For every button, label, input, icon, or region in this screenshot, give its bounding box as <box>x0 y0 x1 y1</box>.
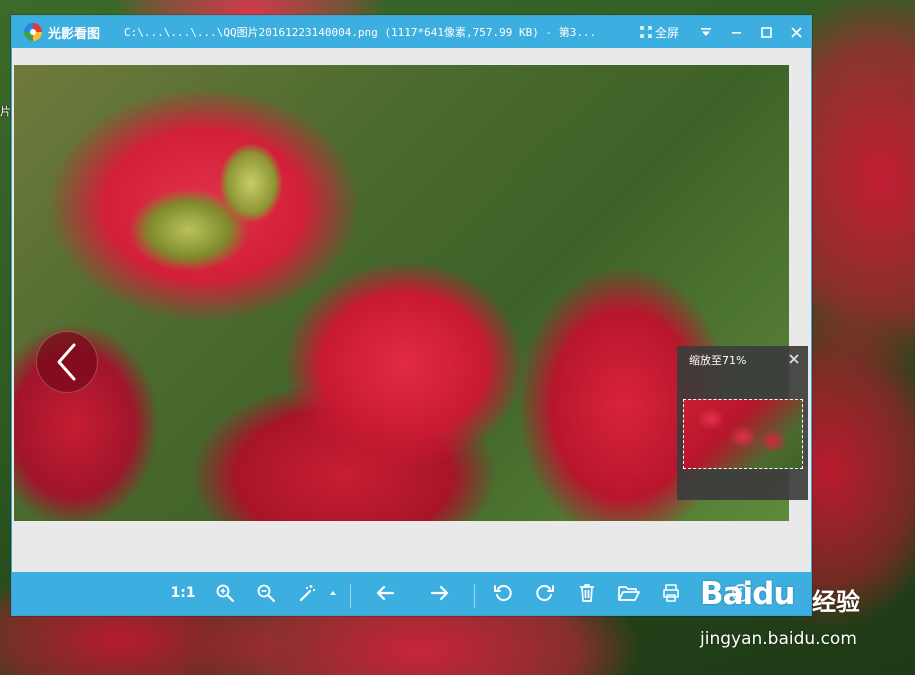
caret-up-icon <box>330 591 336 595</box>
next-button[interactable] <box>427 581 453 605</box>
chevron-left-icon <box>57 343 76 381</box>
toolbar-divider <box>350 584 351 608</box>
app-name: 光影看图 <box>48 26 101 42</box>
delete-button[interactable] <box>574 581 600 605</box>
minimize-icon <box>731 31 741 34</box>
magic-wand-icon <box>299 585 315 602</box>
maximize-button[interactable] <box>751 16 781 48</box>
previous-button[interactable] <box>372 581 398 605</box>
actual-size-button[interactable]: 1:1 <box>168 581 198 605</box>
menu-dropdown-button[interactable] <box>691 16 721 48</box>
folder-open-icon <box>618 586 640 601</box>
fullscreen-label: 全屏 <box>654 25 679 40</box>
image-canvas[interactable] <box>14 65 789 521</box>
zoom-level-label: 缩放至71% <box>689 354 747 367</box>
dropdown-menu-icon <box>701 28 711 36</box>
toolbar-divider <box>474 584 475 608</box>
fullscreen-button[interactable]: 全屏 <box>640 24 679 41</box>
rotate-left-icon <box>494 585 512 602</box>
close-button[interactable] <box>781 16 811 48</box>
trash-icon <box>580 584 594 602</box>
info-button[interactable] <box>728 581 754 605</box>
maximize-icon <box>760 26 772 38</box>
info-icon <box>732 584 750 602</box>
bottom-toolbar: 1:1 <box>12 572 811 615</box>
close-icon <box>789 354 799 364</box>
enhance-dropdown-button[interactable] <box>326 581 340 605</box>
zoom-in-button[interactable] <box>212 581 238 605</box>
navigator-close-button[interactable] <box>788 350 800 364</box>
rotate-left-button[interactable] <box>490 581 516 605</box>
close-icon <box>790 26 802 38</box>
zoom-in-icon <box>216 584 235 603</box>
arrow-right-icon <box>430 585 449 601</box>
zoom-out-icon <box>257 584 276 603</box>
previous-image-button[interactable] <box>36 331 98 393</box>
zoom-out-button[interactable] <box>253 581 279 605</box>
file-info: C:\...\...\...\QQ图片20161223140004.png (1… <box>124 26 597 39</box>
print-button[interactable] <box>658 581 684 605</box>
rotate-right-icon <box>536 585 554 602</box>
navigator-viewport-frame[interactable] <box>683 399 803 469</box>
arrow-left-icon <box>376 585 395 601</box>
window-controls: 全屏 <box>640 16 811 48</box>
title-bar[interactable]: 光影看图 C:\...\...\...\QQ图片20161223140004.p… <box>12 16 811 48</box>
zoom-navigator-panel[interactable]: 缩放至71% <box>677 346 808 500</box>
app-logo-icon <box>24 23 42 41</box>
image-viewer-window: 光影看图 C:\...\...\...\QQ图片20161223140004.p… <box>11 15 812 616</box>
minimize-button[interactable] <box>721 16 751 48</box>
print-icon <box>663 584 679 602</box>
rotate-right-button[interactable] <box>532 581 558 605</box>
open-folder-button[interactable] <box>616 581 642 605</box>
auto-enhance-button[interactable] <box>294 581 320 605</box>
fullscreen-icon <box>640 26 652 38</box>
